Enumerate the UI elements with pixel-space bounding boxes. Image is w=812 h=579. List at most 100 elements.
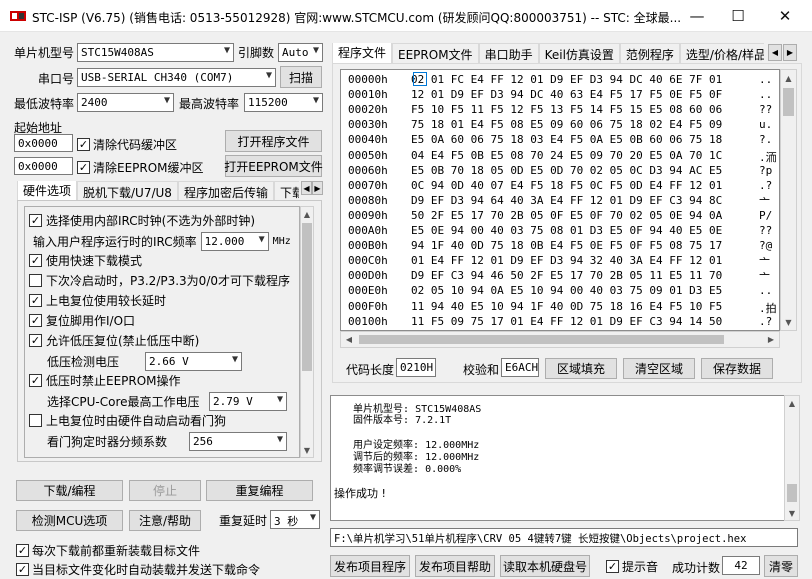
repeat-program-button[interactable]: 重复编程	[206, 480, 313, 501]
tab-example-programs[interactable]: 范例程序	[619, 43, 680, 63]
hex-bytes: 75 18 01 E4 F5 08 E5 09 60 06 75 18 02 E…	[411, 118, 723, 132]
hex-bytes: E5 0A 60 06 75 18 03 E4 F5 0A E5 0B 60 0…	[411, 133, 723, 147]
download-program-button[interactable]: 下载/编程	[16, 480, 123, 501]
min-baud-label: 最低波特率	[14, 97, 75, 111]
auto-reload-label: 当目标文件变化时自动装载并发送下载命令	[32, 563, 261, 577]
checkbox-checked-icon: ✓	[16, 544, 29, 557]
clear-eeprom-buffer-label: 清除EEPROM缓冲区	[93, 161, 204, 175]
save-data-button[interactable]: 保存数据	[701, 358, 773, 379]
hex-bytes: 11 94 40 E5 10 94 1F 40 0D 75 18 16 E4 F…	[411, 299, 723, 313]
success-count-value: 42	[722, 556, 760, 575]
pin-count-value: Auto	[282, 46, 309, 59]
tab-keil-settings[interactable]: Keil仿真设置	[538, 43, 620, 63]
repeat-delay-select[interactable]: 3 秒 ▼	[270, 510, 320, 529]
pin-count-label: 引脚数	[238, 46, 275, 60]
log-scrollbar[interactable]: ▲ ▼	[784, 395, 800, 521]
min-baud-select[interactable]: 2400 ▼	[77, 93, 174, 112]
max-baud-select[interactable]: 115200 ▼	[244, 93, 323, 112]
code-start-address-input[interactable]: 0x0000	[14, 134, 73, 152]
scroll-left-icon[interactable]: ◀	[341, 332, 357, 347]
beep-label: 提示音	[622, 560, 659, 574]
watchdog-divider-select[interactable]: 256 ▼	[189, 432, 287, 451]
hex-address: 00090h	[348, 208, 388, 222]
scan-button[interactable]: 扫描	[280, 66, 322, 88]
beep-checkbox[interactable]: ✓ 提示音	[606, 558, 658, 575]
tab-download-more[interactable]: 下载	[273, 181, 299, 201]
cold-start-condition-checkbox[interactable]: 下次冷启动时，P3.2/P3.3为0/0才可下载程序	[29, 272, 290, 289]
serial-port-select[interactable]: USB-SERIAL CH340 (COM7) ▼	[77, 68, 276, 87]
hex-ascii: .洏	[759, 150, 777, 164]
main-tab-scroll-right[interactable]: ▶	[783, 44, 797, 61]
tab-offline-download[interactable]: 脱机下载/U7/U8	[77, 181, 178, 201]
publish-project-help-button[interactable]: 发布项目帮助	[415, 555, 495, 577]
eeprom-low-voltage-checkbox[interactable]: ✓ 低压时禁止EEPROM操作	[29, 372, 181, 389]
scroll-down-icon[interactable]: ▼	[781, 314, 796, 330]
open-eeprom-file-button[interactable]: 打开EEPROM文件	[224, 155, 323, 177]
cpu-core-voltage-select[interactable]: 2.79 V ▼	[209, 392, 287, 411]
hex-address: 00060h	[348, 163, 388, 177]
hex-viewer[interactable]: 00000h 02 01 FC E4 FF 12 01 D9 EF D3 94 D…	[340, 69, 780, 331]
irc-frequency-select[interactable]: 12.000 ▼	[200, 232, 269, 251]
tab-scroll-left-button[interactable]: ◀	[301, 181, 312, 195]
clear-eeprom-buffer-checkbox[interactable]: ✓ 清除EEPROM缓冲区	[77, 159, 204, 176]
clear-region-button[interactable]: 清空区域	[623, 358, 695, 379]
low-voltage-detect-value: 2.66 V	[149, 355, 189, 368]
hex-scroll-thumb[interactable]	[783, 88, 794, 116]
watchdog-auto-start-checkbox[interactable]: 上电复位时由硬件自动启动看门狗	[29, 412, 226, 429]
stop-button[interactable]: 停止	[129, 480, 201, 501]
read-disk-id-button[interactable]: 读取本机硬盘号	[500, 555, 590, 577]
publish-project-program-button[interactable]: 发布项目程序	[330, 555, 410, 577]
auto-reload-checkbox[interactable]: ✓ 当目标文件变化时自动装载并发送下载命令	[16, 561, 260, 578]
region-fill-button[interactable]: 区域填充	[545, 358, 617, 379]
tab-serial-assistant[interactable]: 串口助手	[478, 43, 539, 63]
hex-address: 00100h	[348, 314, 388, 328]
checkbox-checked-icon: ✓	[29, 374, 42, 387]
scroll-down-icon[interactable]: ▼	[301, 443, 313, 457]
eeprom-start-address-input[interactable]: 0x0000	[14, 157, 73, 175]
tab-encrypted-transfer[interactable]: 程序加密后传输	[177, 181, 274, 201]
tab-eeprom-file[interactable]: EEPROM文件	[392, 43, 479, 63]
scroll-up-icon[interactable]: ▲	[781, 70, 796, 86]
irc-frequency-unit: MHz	[272, 236, 291, 247]
pin-count-select[interactable]: Auto ▼	[278, 43, 323, 62]
hex-hscroll-thumb[interactable]	[359, 335, 724, 344]
notes-help-button[interactable]: 注意/帮助	[129, 510, 201, 531]
hex-vertical-scrollbar[interactable]: ▲ ▼	[780, 69, 797, 331]
scroll-down-icon[interactable]: ▼	[785, 506, 799, 520]
low-voltage-detect-select[interactable]: 2.66 V ▼	[145, 352, 242, 371]
clear-count-button[interactable]: 清零	[764, 555, 798, 577]
fast-download-checkbox[interactable]: ✓ 使用快速下载模式	[29, 252, 142, 269]
mcu-type-select[interactable]: STC15W408AS ▼	[77, 43, 234, 62]
irc-clock-checkbox[interactable]: ✓ 选择使用内部IRC时钟(不选为外部时钟)	[29, 212, 255, 229]
detect-mcu-options-button[interactable]: 检测MCU选项	[16, 510, 123, 531]
message-log[interactable]: 单片机型号: STC15W408AS 固件版本号: 7.2.1T 用户设定频率:…	[330, 395, 800, 521]
mcu-type-value: STC15W408AS	[81, 46, 154, 59]
options-scrollbar[interactable]: ▲ ▼	[300, 206, 314, 458]
watchdog-divider-row: 看门狗定时器分频系数 256 ▼	[47, 432, 287, 451]
reload-each-download-checkbox[interactable]: ✓ 每次下载前都重新装载目标文件	[16, 542, 200, 559]
hex-horizontal-scrollbar[interactable]: ◀ ▶	[340, 331, 780, 348]
scroll-up-icon[interactable]: ▲	[785, 396, 799, 410]
tab-scroll-right-button[interactable]: ▶	[312, 181, 323, 195]
chevron-down-icon: ▼	[312, 45, 319, 56]
long-reset-delay-checkbox[interactable]: ✓ 上电复位使用较长延时	[29, 292, 166, 309]
tab-program-file[interactable]: 程序文件	[332, 43, 393, 63]
scroll-up-icon[interactable]: ▲	[301, 207, 313, 221]
minimize-button[interactable]: —	[674, 0, 720, 32]
close-button[interactable]: ✕	[762, 0, 808, 32]
options-scroll-thumb[interactable]	[302, 223, 312, 371]
hex-bytes: 04 E4 F5 0B E5 08 70 24 E5 09 70 20 E5 0…	[411, 148, 723, 162]
reset-pin-io-checkbox[interactable]: ✓ 复位脚用作I/O口	[29, 312, 135, 329]
chevron-down-icon: ▼	[312, 95, 319, 106]
main-tab-scroll-left[interactable]: ◀	[768, 44, 782, 61]
hex-ascii: 亠	[759, 256, 770, 270]
log-scroll-thumb[interactable]	[787, 484, 797, 502]
clear-code-buffer-checkbox[interactable]: ✓ 清除代码缓冲区	[77, 136, 177, 153]
scroll-right-icon[interactable]: ▶	[763, 332, 779, 347]
open-program-file-button[interactable]: 打开程序文件	[225, 130, 322, 152]
serial-port-label: 串口号	[38, 72, 75, 86]
tab-hardware-options[interactable]: 硬件选项	[17, 181, 78, 201]
maximize-button[interactable]: ☐	[715, 0, 761, 32]
tab-selection-price[interactable]: 选型/价格/样品	[679, 43, 764, 63]
low-voltage-reset-checkbox[interactable]: ✓ 允许低压复位(禁止低压中断)	[29, 332, 199, 349]
